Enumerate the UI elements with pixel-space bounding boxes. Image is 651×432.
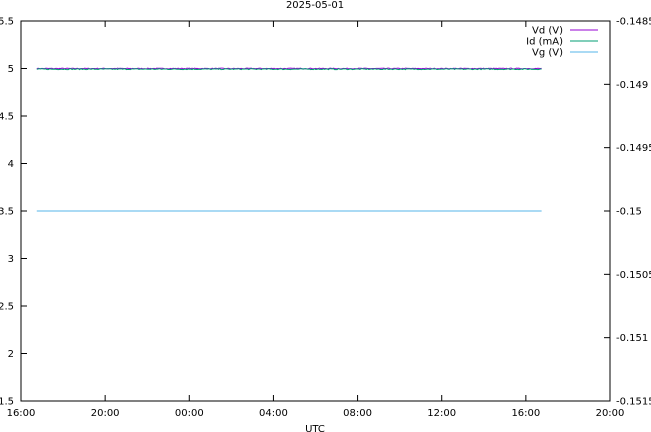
y-left-tick-label: 3 — [8, 254, 14, 265]
y-right-tick-label: -0.1495 — [616, 143, 651, 154]
y-axis-right: -0.1515 -0.151 -0.1505 -0.15 -0.1495 -0.149 -0… — [604, 17, 651, 408]
y-left-tick-label: 1.5 — [0, 397, 14, 408]
x-axis-label: UTC — [305, 424, 325, 432]
chart: 2025-05-01 16:00 20:00 00:00 04:00 08:00 12:0… — [0, 0, 651, 432]
y-left-tick-label: 5 — [8, 64, 14, 75]
x-tick-label: 16:00 — [7, 408, 36, 419]
y-left-tick-label: 4 — [8, 159, 14, 170]
y-right-tick-label: -0.15 — [616, 207, 642, 218]
legend-label: Vg (V) — [532, 48, 563, 59]
y-right-tick-label: -0.1505 — [616, 270, 651, 281]
legend: Vd (V)Id (mA)Vg (V) — [526, 26, 598, 59]
y-left-tick-label: 5.5 — [0, 17, 14, 28]
series-layer — [36, 67, 542, 212]
x-tick-label: 04:00 — [259, 408, 288, 419]
x-tick-label: 12:00 — [427, 408, 456, 419]
y-left-tick-label: 2.5 — [0, 302, 14, 313]
x-axis: 16:00 20:00 00:00 04:00 08:00 12:00 16:00 20:00 — [7, 21, 625, 419]
chart-title: 2025-05-01 — [286, 0, 344, 11]
y-right-tick-label: -0.1485 — [616, 17, 651, 28]
y-right-tick-label: -0.151 — [616, 333, 648, 344]
y-left-tick-label: 4.5 — [0, 112, 14, 123]
legend-label: Vd (V) — [532, 26, 563, 37]
x-tick-label: 00:00 — [175, 408, 204, 419]
x-tick-label: 08:00 — [343, 408, 372, 419]
y-right-tick-label: -0.149 — [616, 80, 648, 91]
x-tick-label: 20:00 — [91, 408, 120, 419]
y-left-tick-label: 3.5 — [0, 207, 14, 218]
y-left-tick-label: 2 — [8, 349, 14, 360]
legend-label: Id (mA) — [526, 37, 563, 48]
x-tick-label: 20:00 — [596, 408, 625, 419]
y-axis-left: 1.5 2 2.5 3 3.5 4 4.5 5 5.5 — [0, 17, 27, 408]
y-right-tick-label: -0.1515 — [616, 397, 651, 408]
x-tick-label: 16:00 — [511, 408, 540, 419]
